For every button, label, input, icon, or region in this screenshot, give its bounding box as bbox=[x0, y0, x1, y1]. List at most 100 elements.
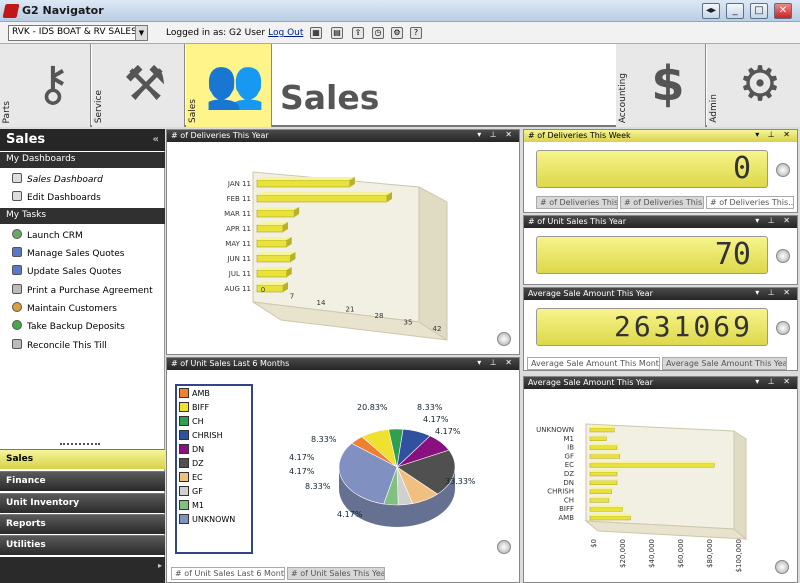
module-tile-sales[interactable]: Sales 👥 bbox=[186, 44, 272, 127]
clock-icon[interactable]: ◷ bbox=[372, 27, 384, 39]
x-tick-label: 28 bbox=[375, 312, 384, 320]
tab-deliveries-1[interactable]: # of Deliveries This... bbox=[536, 196, 618, 209]
legend-item: EC bbox=[179, 472, 249, 486]
pie-legend: AMB BIFF CH CHRISH DN DZ EC GF M1 UNKNOWN bbox=[175, 384, 253, 554]
chevron-down-icon[interactable]: ▼ bbox=[135, 26, 147, 40]
tab-avg-sale-year[interactable]: Average Sale Amount This Year bbox=[662, 357, 787, 370]
module-tile-service[interactable]: Service ⚒ bbox=[92, 44, 185, 127]
tab-avg-sale-month[interactable]: Average Sale Amount This Month bbox=[527, 357, 660, 370]
sidebar-item-maintain-customers[interactable]: Maintain Customers bbox=[12, 302, 117, 318]
panel-controls[interactable]: ▾ ⊥ ✕ bbox=[755, 130, 793, 139]
panel-refresh-knob[interactable] bbox=[497, 540, 511, 554]
panel-refresh-knob[interactable] bbox=[497, 332, 511, 346]
people-icon: 👥 bbox=[205, 56, 265, 112]
sidebar-item-update-quotes[interactable]: Update Sales Quotes bbox=[12, 265, 121, 281]
close-window-button[interactable]: ✕ bbox=[774, 3, 792, 19]
panel-refresh-knob[interactable] bbox=[776, 321, 790, 335]
print-icon[interactable]: ▤ bbox=[331, 27, 343, 39]
more-icon[interactable]: ▸ bbox=[158, 561, 162, 570]
logged-in-status: Logged in as: G2 User Log Out bbox=[166, 28, 303, 38]
legend-label: CH bbox=[192, 417, 204, 426]
nav-finance[interactable]: Finance bbox=[0, 471, 165, 491]
legend-label: DZ bbox=[192, 459, 204, 468]
crm-icon bbox=[12, 229, 22, 239]
panel-refresh-knob[interactable] bbox=[776, 249, 790, 263]
panel-controls[interactable]: ▾ ⊥ ✕ bbox=[477, 130, 515, 139]
deliveries-year-chart: JAN 11 FEB 11 MAR 11 APR 11 MAY 11 JUN 11 JUL … bbox=[224, 171, 448, 341]
logout-link[interactable]: Log Out bbox=[268, 28, 303, 38]
sidebar: Sales « My Dashboards Sales Dashboard Ed… bbox=[0, 129, 165, 583]
x-tick-label: 42 bbox=[433, 325, 442, 333]
tab-unit-sales-6m[interactable]: # of Unit Sales Last 6 Months bbox=[171, 567, 285, 580]
restore-layout-button[interactable]: ◂▸ bbox=[702, 3, 720, 19]
module-tile-parts[interactable]: Parts ⚷ bbox=[0, 44, 91, 127]
collapse-icon[interactable]: « bbox=[153, 134, 159, 145]
splitter-handle[interactable] bbox=[60, 443, 100, 446]
panel-controls[interactable]: ▾ ⊥ ✕ bbox=[477, 358, 515, 367]
tab-unit-sales-year[interactable]: # of Unit Sales This Year bbox=[287, 567, 385, 580]
pie-data-label: 8.33% bbox=[305, 482, 331, 491]
nav-unit-inventory[interactable]: Unit Inventory bbox=[0, 493, 165, 513]
sidebar-item-sales-dashboard[interactable]: Sales Dashboard bbox=[12, 173, 103, 189]
panel-refresh-knob[interactable] bbox=[775, 560, 789, 574]
nav-reports[interactable]: Reports bbox=[0, 514, 165, 534]
tab-deliveries-3[interactable]: # of Deliveries This... bbox=[706, 196, 794, 209]
deliveries-week-lcd: 0 bbox=[536, 150, 768, 188]
company-select[interactable]: RVK - IDS BOAT & RV SALES & ▼ bbox=[8, 25, 148, 41]
customers-icon bbox=[12, 302, 22, 312]
panel-controls[interactable]: ▾ ⊥ ✕ bbox=[755, 377, 793, 386]
module-tile-admin[interactable]: Admin ⚙ bbox=[707, 44, 800, 127]
minimize-button[interactable]: _ bbox=[726, 3, 744, 19]
legend-swatch bbox=[179, 514, 189, 524]
sidebar-footer: ▸ bbox=[0, 557, 165, 583]
legend-swatch bbox=[179, 500, 189, 510]
legend-swatch bbox=[179, 472, 189, 482]
sidebar-item-label: Print a Purchase Agreement bbox=[27, 286, 153, 296]
pie-data-label: 20.83% bbox=[357, 403, 388, 412]
nav-sales[interactable]: Sales bbox=[0, 449, 165, 469]
company-select-value: RVK - IDS BOAT & RV SALES & bbox=[12, 27, 147, 37]
sidebar-item-edit-dashboards[interactable]: Edit Dashboards bbox=[12, 191, 101, 207]
legend-label: AMB bbox=[192, 389, 210, 398]
sidebar-item-reconcile-till[interactable]: Reconcile This Till bbox=[12, 339, 107, 355]
panel-refresh-knob[interactable] bbox=[776, 163, 790, 177]
help-icon[interactable]: ? bbox=[410, 27, 422, 39]
y-tick-label: AMB bbox=[558, 514, 574, 522]
tasks-header: My Tasks bbox=[0, 208, 165, 224]
bar bbox=[589, 434, 610, 441]
printer-icon bbox=[12, 284, 22, 294]
maximize-button[interactable]: □ bbox=[750, 3, 768, 19]
sidebar-item-manage-quotes[interactable]: Manage Sales Quotes bbox=[12, 247, 124, 263]
legend-item: BIFF bbox=[179, 402, 249, 416]
dashboard-icon bbox=[12, 173, 22, 183]
panel-controls[interactable]: ▾ ⊥ ✕ bbox=[755, 288, 793, 297]
bar bbox=[256, 237, 292, 248]
module-label-service: Service bbox=[94, 89, 104, 123]
bar bbox=[256, 267, 292, 278]
x-tick-label: $40,000 bbox=[648, 539, 656, 568]
sidebar-item-label: Launch CRM bbox=[27, 231, 83, 241]
x-tick-label: $0 bbox=[590, 539, 598, 548]
export-icon[interactable]: ⇪ bbox=[352, 27, 364, 39]
sidebar-title: Sales « bbox=[0, 129, 165, 151]
panel-controls[interactable]: ▾ ⊥ ✕ bbox=[755, 216, 793, 225]
panel-deliveries-year: # of Deliveries This Year ▾ ⊥ ✕ JAN 11 FE… bbox=[166, 129, 520, 355]
y-tick-label: DN bbox=[563, 479, 574, 487]
app-logo-icon bbox=[2, 4, 20, 18]
sidebar-item-print-agreement[interactable]: Print a Purchase Agreement bbox=[12, 284, 153, 300]
sidebar-item-backup-deposits[interactable]: Take Backup Deposits bbox=[12, 320, 125, 336]
till-icon bbox=[12, 339, 22, 349]
bar bbox=[589, 487, 615, 494]
legend-swatch bbox=[179, 416, 189, 426]
legend-swatch bbox=[179, 402, 189, 412]
grid-icon[interactable]: ▦ bbox=[310, 27, 322, 39]
module-tile-accounting[interactable]: Accounting $ bbox=[616, 44, 706, 127]
pie-data-label: 4.17% bbox=[435, 427, 461, 436]
nav-utilities[interactable]: Utilities bbox=[0, 535, 165, 555]
tab-deliveries-2[interactable]: # of Deliveries This... bbox=[620, 196, 704, 209]
legend-swatch bbox=[179, 486, 189, 496]
settings-icon[interactable]: ⚙ bbox=[391, 27, 403, 39]
panel-title: # of Deliveries This Week bbox=[528, 131, 631, 140]
sidebar-item-launch-crm[interactable]: Launch CRM bbox=[12, 229, 83, 245]
x-tick-label: $100,000 bbox=[735, 539, 743, 572]
